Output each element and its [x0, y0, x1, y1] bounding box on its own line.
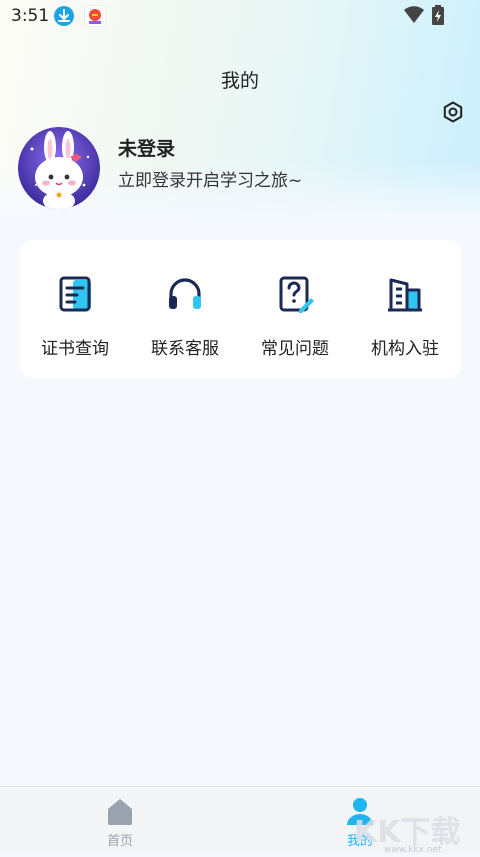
login-prompt[interactable]: 立即登录开启学习之旅~	[118, 166, 302, 191]
status-bar: 3:51	[0, 0, 480, 32]
menu-label: 证书查询	[41, 339, 109, 359]
menu-item-customer-service[interactable]: 联系客服	[130, 240, 240, 378]
certificate-icon	[59, 276, 91, 312]
headset-icon	[169, 278, 201, 309]
watermark: KK下载 www.kkx.net	[352, 812, 480, 855]
avatar[interactable]	[18, 127, 100, 209]
home-icon	[108, 799, 132, 825]
menu-label: 联系客服	[151, 339, 219, 359]
battery-icon	[432, 5, 444, 25]
menu-item-certificate-query[interactable]: 证书查询	[20, 240, 130, 378]
app-notification-icon	[84, 5, 106, 27]
status-time: 3:51	[11, 6, 50, 26]
menu-item-institution-join[interactable]: 机构入驻	[350, 240, 460, 378]
watermark-url: www.kkx.net	[384, 845, 442, 853]
menu-label: 机构入驻	[371, 339, 439, 359]
menu-label: 常见问题	[261, 339, 329, 359]
tab-home[interactable]: 首页	[60, 787, 180, 854]
faq-icon	[279, 276, 314, 313]
username[interactable]: 未登录	[118, 134, 175, 161]
wifi-icon	[404, 6, 424, 23]
menu-item-faq[interactable]: 常见问题	[240, 240, 350, 378]
page-title: 我的	[220, 70, 259, 92]
services-card: 证书查询 联系客服 常见问题 机构入驻	[20, 240, 461, 378]
download-notification-icon	[54, 6, 74, 26]
tab-home-label: 首页	[106, 834, 133, 849]
building-icon	[388, 278, 422, 312]
settings-gear-icon[interactable]	[441, 100, 465, 124]
